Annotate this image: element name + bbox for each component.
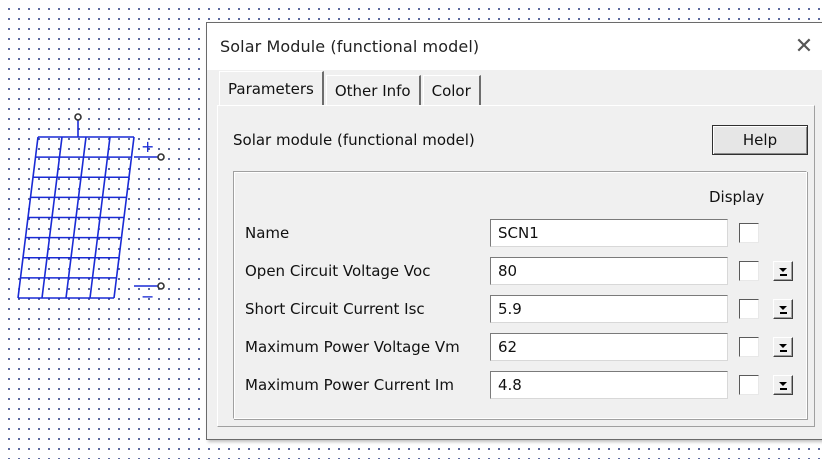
chevron-down-icon [779, 306, 787, 310]
solar-module-symbol[interactable]: + − [0, 0, 210, 459]
isc-dropdown-button[interactable] [773, 299, 793, 319]
vm-field[interactable] [490, 333, 728, 361]
help-button[interactable]: Help [712, 125, 808, 155]
param-label: Maximum Power Current Im [245, 376, 454, 394]
positive-sign: + [141, 137, 154, 156]
tab-parameters[interactable]: Parameters [219, 71, 324, 105]
vm-dropdown-button[interactable] [773, 337, 793, 357]
im-field[interactable] [490, 371, 728, 399]
negative-sign: − [141, 287, 154, 306]
voc-dropdown-button[interactable] [773, 261, 793, 281]
arrow-underline-icon [780, 312, 787, 314]
chevron-down-icon [779, 268, 787, 272]
arrow-underline-icon [780, 388, 787, 390]
chevron-down-icon [779, 344, 787, 348]
positive-terminal-node [157, 153, 165, 161]
im-dropdown-button[interactable] [773, 375, 793, 395]
param-row-voc: Open Circuit Voltage Voc [207, 257, 822, 285]
display-checkbox-im[interactable] [739, 375, 759, 395]
close-icon[interactable]: ✕ [789, 31, 819, 61]
isc-field[interactable] [490, 295, 728, 323]
arrow-underline-icon [780, 274, 787, 276]
tab-other-info[interactable]: Other Info [325, 75, 421, 105]
param-label: Short Circuit Current Isc [245, 300, 425, 318]
display-checkbox-name[interactable] [739, 223, 759, 243]
module-description: Solar module (functional model) [233, 131, 475, 149]
param-row-vm: Maximum Power Voltage Vm [207, 333, 822, 361]
param-row-name: Name [207, 219, 822, 247]
param-label: Open Circuit Voltage Voc [245, 262, 431, 280]
display-checkbox-voc[interactable] [739, 261, 759, 281]
display-checkbox-vm[interactable] [739, 337, 759, 357]
param-row-im: Maximum Power Current Im [207, 371, 822, 399]
tab-color[interactable]: Color [422, 75, 481, 105]
dialog-title: Solar Module (functional model) [220, 37, 480, 56]
param-label: Name [245, 224, 290, 242]
param-row-isc: Short Circuit Current Isc [207, 295, 822, 323]
solar-module-dialog: Solar Module (functional model) ✕ Parame… [206, 22, 822, 440]
display-checkbox-isc[interactable] [739, 299, 759, 319]
arrow-underline-icon [780, 350, 787, 352]
voc-field[interactable] [490, 257, 728, 285]
negative-terminal-node [157, 282, 165, 290]
name-field[interactable] [490, 219, 728, 247]
display-column-header: Display [709, 188, 765, 206]
tab-strip: Parameters Other Info Color [219, 71, 483, 105]
top-terminal-node [74, 113, 82, 121]
param-label: Maximum Power Voltage Vm [245, 338, 460, 356]
dialog-titlebar[interactable]: Solar Module (functional model) ✕ [207, 23, 822, 70]
chevron-down-icon [779, 382, 787, 386]
